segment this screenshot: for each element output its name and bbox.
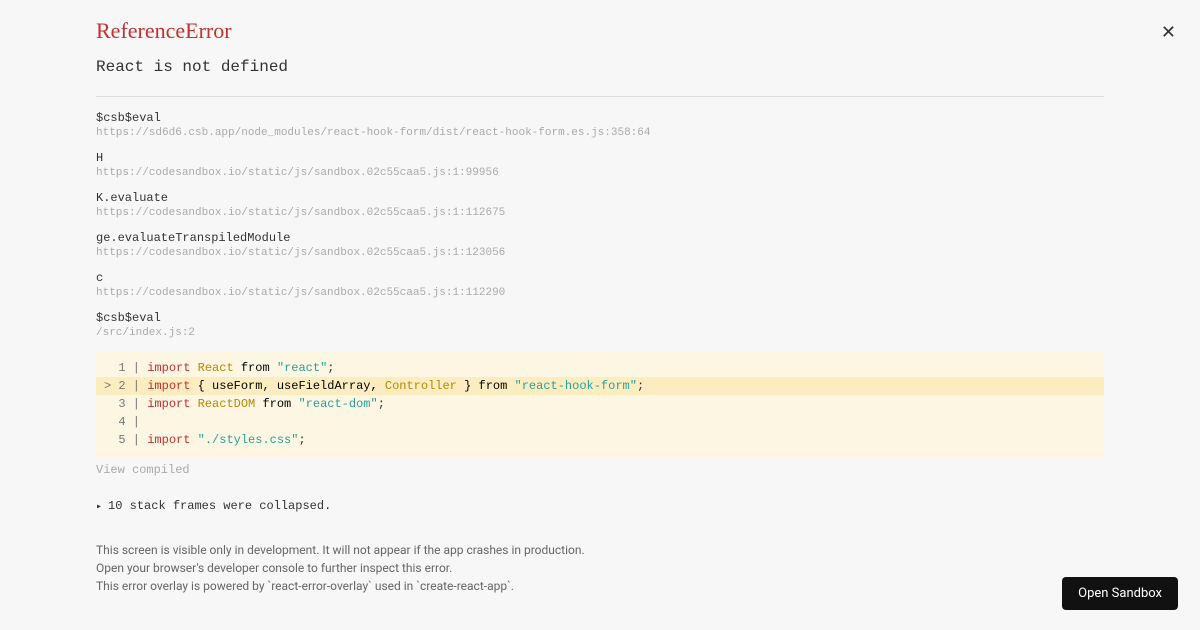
frame-name: ge.evaluateTranspiledModule bbox=[96, 231, 1104, 245]
stack-frame: K.evaluate https://codesandbox.io/static… bbox=[96, 191, 1104, 219]
footer-text: This screen is visible only in developme… bbox=[96, 541, 1104, 559]
frame-name: K.evaluate bbox=[96, 191, 1104, 205]
code-line: 3 | import ReactDOM from "react-dom"; bbox=[96, 395, 1104, 413]
error-message: React is not defined bbox=[96, 58, 1104, 76]
frame-url: https://codesandbox.io/static/js/sandbox… bbox=[96, 247, 1104, 259]
view-compiled-link[interactable]: View compiled bbox=[96, 463, 1104, 477]
collapsed-frames-toggle[interactable]: 10 stack frames were collapsed. bbox=[96, 499, 1104, 513]
frame-url: /src/index.js:2 bbox=[96, 327, 1104, 339]
code-line: 1 | import React from "react"; bbox=[96, 359, 1104, 377]
divider bbox=[96, 96, 1104, 97]
frame-name: $csb$eval bbox=[96, 111, 1104, 125]
error-type: ReferenceError bbox=[96, 18, 232, 44]
frame-url: https://codesandbox.io/static/js/sandbox… bbox=[96, 167, 1104, 179]
frame-name: H bbox=[96, 151, 1104, 165]
frame-url: https://codesandbox.io/static/js/sandbox… bbox=[96, 287, 1104, 299]
header-row: ReferenceError bbox=[96, 18, 1104, 44]
frame-name: $csb$eval bbox=[96, 311, 1104, 325]
frame-url: https://sd6d6.csb.app/node_modules/react… bbox=[96, 127, 1104, 139]
code-line-highlighted: > 2 | import { useForm, useFieldArray, C… bbox=[96, 377, 1104, 395]
code-line: 4 | bbox=[96, 413, 1104, 431]
frame-name: c bbox=[96, 271, 1104, 285]
code-snippet: 1 | import React from "react"; > 2 | imp… bbox=[96, 351, 1104, 457]
stack-frame: H https://codesandbox.io/static/js/sandb… bbox=[96, 151, 1104, 179]
stack-frame: ge.evaluateTranspiledModule https://code… bbox=[96, 231, 1104, 259]
error-overlay: ReferenceError ✕ React is not defined $c… bbox=[0, 0, 1200, 615]
stack-frame: c https://codesandbox.io/static/js/sandb… bbox=[96, 271, 1104, 299]
frame-url: https://codesandbox.io/static/js/sandbox… bbox=[96, 207, 1104, 219]
stack-frame: $csb$eval /src/index.js:2 bbox=[96, 311, 1104, 339]
close-icon[interactable]: ✕ bbox=[1157, 20, 1180, 46]
footer-text: This error overlay is powered by `react-… bbox=[96, 577, 1104, 595]
footer-text: Open your browser's developer console to… bbox=[96, 559, 1104, 577]
open-sandbox-button[interactable]: Open Sandbox bbox=[1062, 577, 1178, 610]
code-line: 5 | import "./styles.css"; bbox=[96, 431, 1104, 449]
stack-frame: $csb$eval https://sd6d6.csb.app/node_mod… bbox=[96, 111, 1104, 139]
footer: This screen is visible only in developme… bbox=[96, 541, 1104, 595]
